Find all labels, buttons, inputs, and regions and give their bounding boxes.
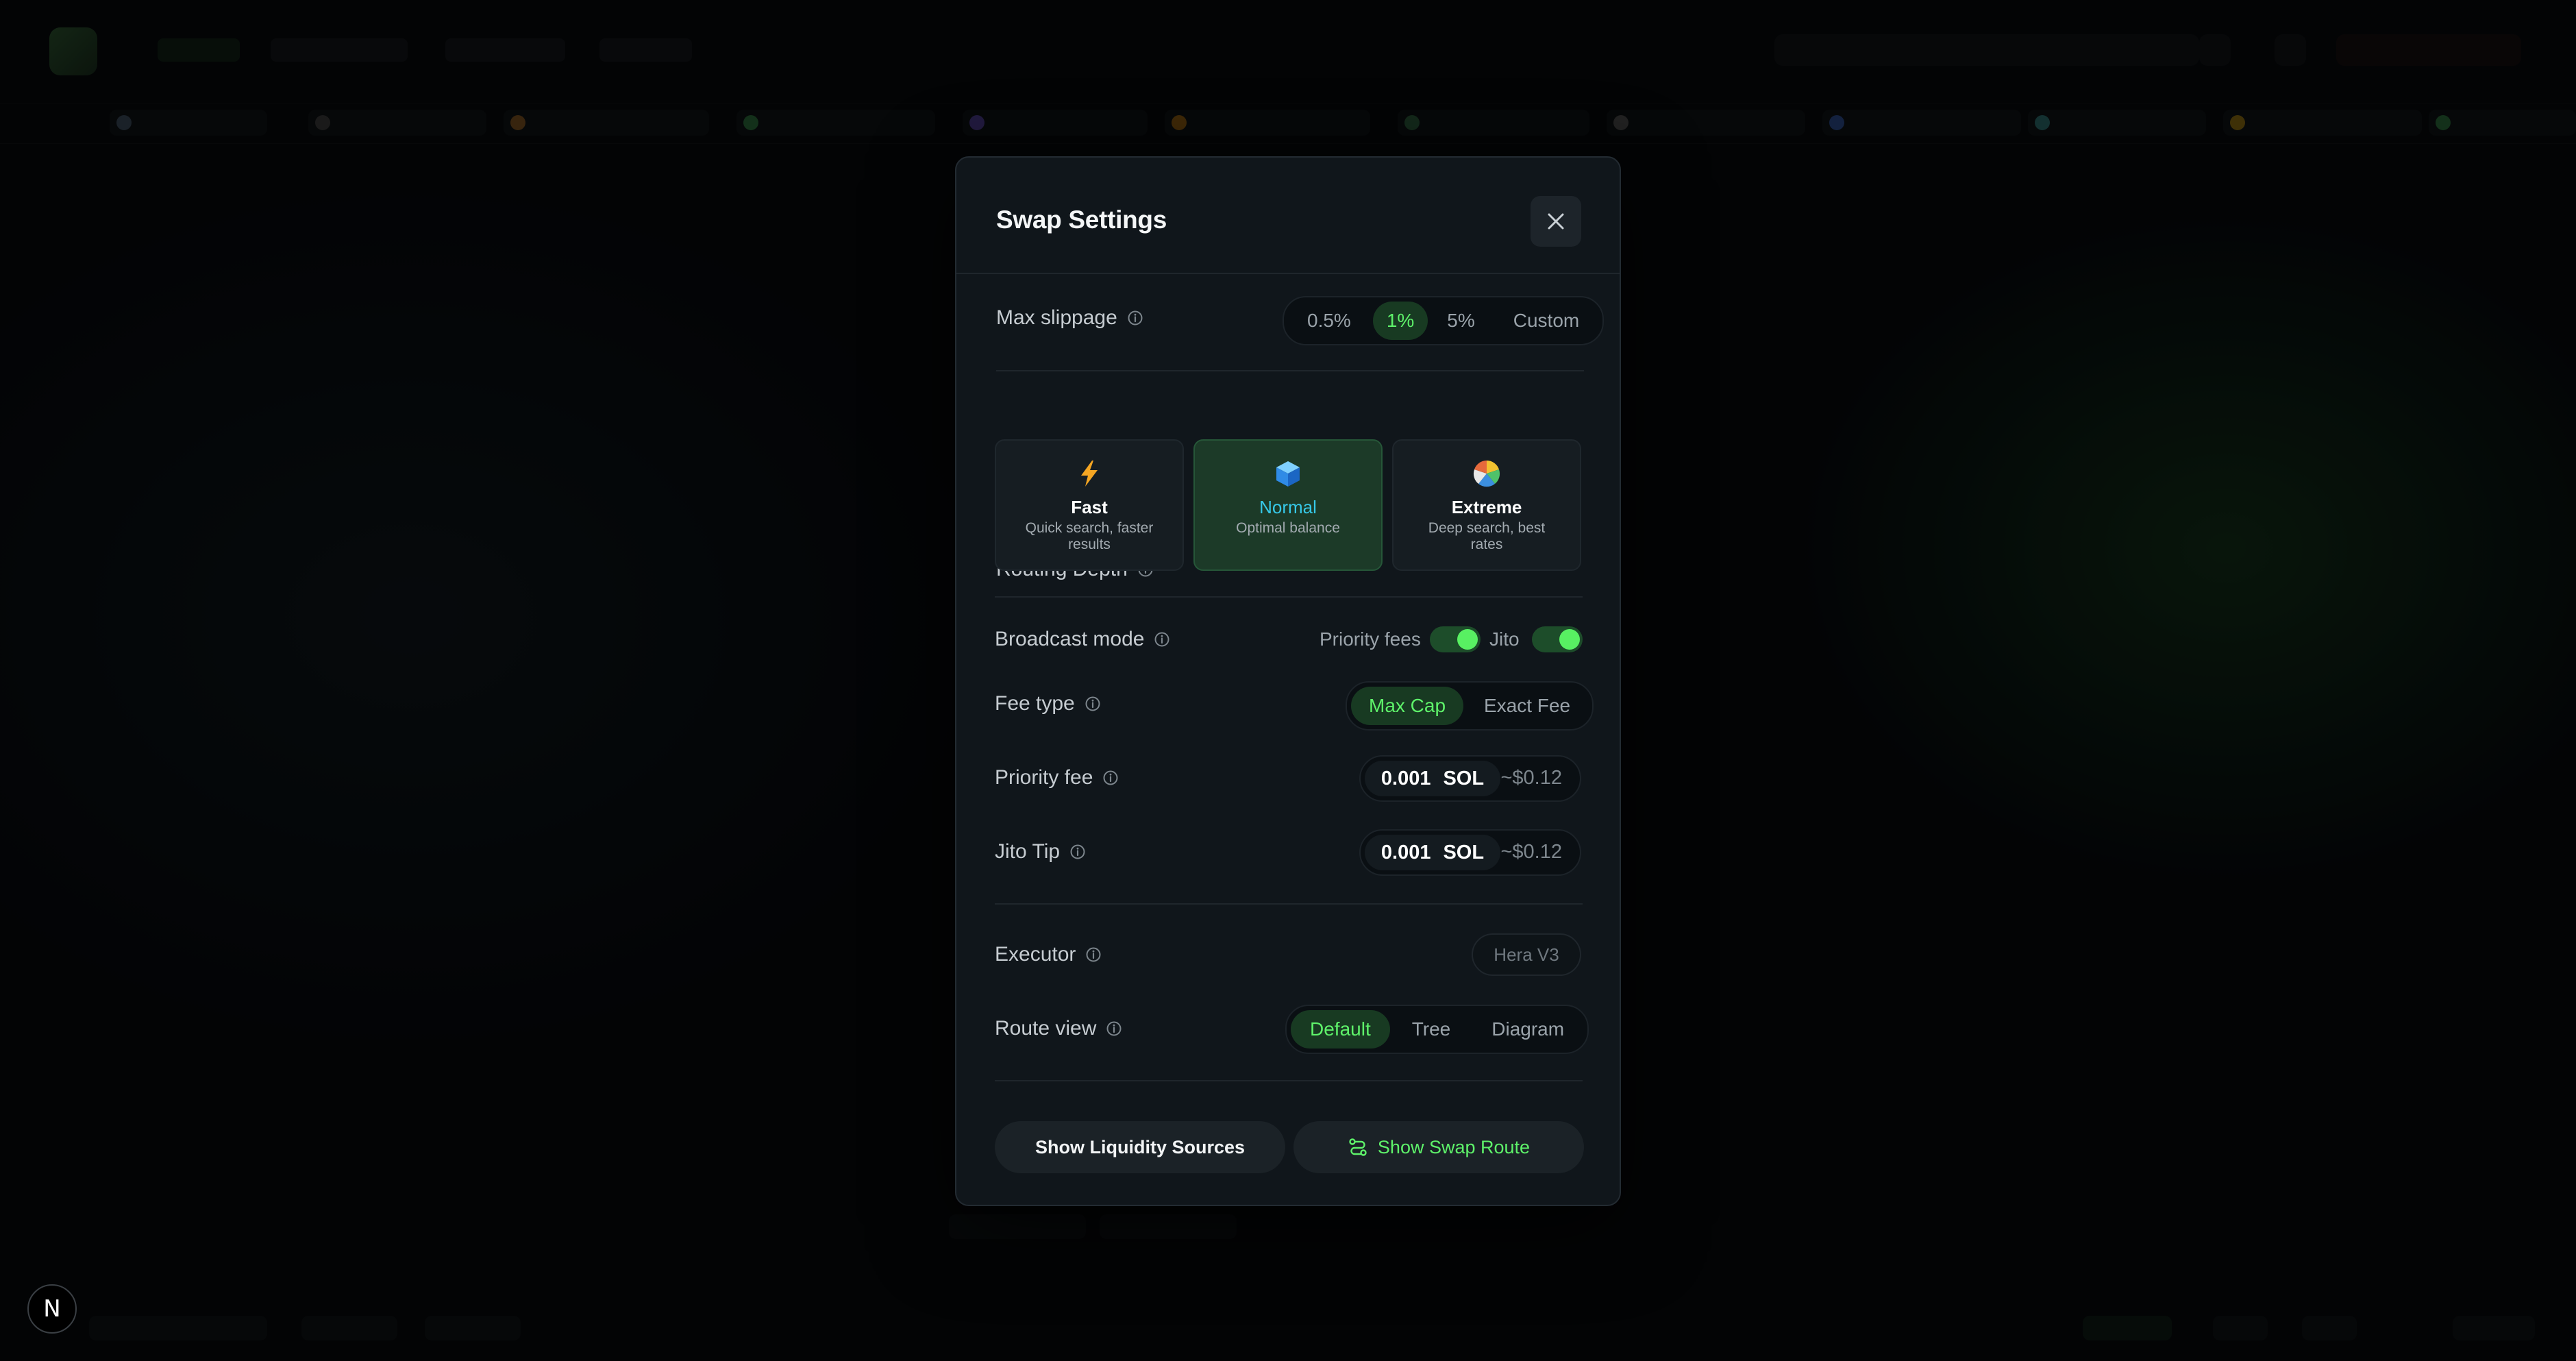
show-swap-route-button[interactable]: Show Swap Route (1293, 1121, 1584, 1173)
jito-tip-field: 0.001 SOL ~$0.12 (1359, 829, 1581, 876)
broadcast-mode-row: Broadcast mode (995, 628, 1170, 651)
jito-tip-value: 0.001 (1380, 841, 1431, 863)
fee-type-option-max-cap[interactable]: Max Cap (1351, 687, 1464, 725)
routing-option-name: Normal (1259, 497, 1317, 517)
routing-option-normal[interactable]: Normal Optimal balance (1193, 439, 1383, 571)
priority-fee-usd: ~$0.12 (1500, 767, 1562, 789)
route-view-option-default[interactable]: Default (1291, 1010, 1390, 1049)
divider (995, 1080, 1583, 1081)
route-icon (1349, 1138, 1367, 1156)
info-icon[interactable] (1127, 310, 1143, 326)
lightning-icon (1081, 461, 1098, 487)
priority-fee-input[interactable]: 0.001 SOL (1365, 761, 1500, 796)
jito-tip-label: Jito Tip (995, 840, 1061, 863)
show-liquidity-sources-button[interactable]: Show Liquidity Sources (995, 1121, 1285, 1173)
modal-header: Swap Settings (956, 158, 1620, 274)
cube-icon (1276, 461, 1300, 487)
route-view-option-tree[interactable]: Tree (1393, 1010, 1470, 1049)
routing-option-description: Deep search, best rates (1428, 520, 1546, 552)
info-icon[interactable] (1085, 946, 1102, 963)
slippage-option-1[interactable]: 1% (1372, 302, 1428, 340)
show-liquidity-sources-label: Show Liquidity Sources (1035, 1136, 1246, 1157)
max-slippage-label: Max slippage (996, 306, 1117, 329)
close-icon (1548, 213, 1564, 230)
dev-badge[interactable]: N (27, 1284, 77, 1334)
route-view-selector: Default Tree Diagram (1285, 1005, 1589, 1054)
info-icon[interactable] (1069, 844, 1086, 860)
jito-label: Jito (1489, 628, 1520, 650)
info-icon[interactable] (1102, 770, 1119, 786)
dev-badge-letter: N (43, 1295, 61, 1323)
executor-value: Hera V3 (1472, 933, 1581, 976)
toggle-knob (1559, 629, 1580, 650)
show-swap-route-label: Show Swap Route (1377, 1136, 1531, 1157)
modal-title: Swap Settings (996, 206, 1167, 234)
jito-tip-usd: ~$0.12 (1500, 841, 1562, 863)
routing-option-name: Fast (1071, 497, 1108, 517)
routing-option-extreme[interactable]: Extreme Deep search, best rates (1392, 439, 1581, 571)
priority-fee-label: Priority fee (995, 766, 1093, 789)
priority-fees-toggle[interactable] (1430, 626, 1481, 652)
close-button[interactable] (1531, 196, 1581, 247)
info-icon[interactable] (1106, 1020, 1122, 1037)
fee-type-option-exact-fee[interactable]: Exact Fee (1466, 687, 1588, 725)
divider (996, 370, 1584, 371)
slippage-option-custom[interactable]: Custom (1494, 302, 1598, 340)
slippage-option-5[interactable]: 5% (1431, 302, 1491, 340)
priority-fee-field: 0.001 SOL ~$0.12 (1359, 755, 1581, 802)
route-view-row: Route view (995, 1017, 1122, 1040)
fee-type-selector: Max Cap Exact Fee (1346, 681, 1594, 731)
priority-fees-label: Priority fees (1320, 628, 1421, 650)
divider (995, 596, 1583, 598)
routing-option-description: Optimal balance (1236, 520, 1340, 536)
toggle-knob (1457, 629, 1478, 650)
pie-icon (1473, 461, 1500, 487)
divider (995, 903, 1583, 905)
routing-option-name: Extreme (1451, 497, 1522, 517)
priority-fee-row: Priority fee (995, 766, 1119, 789)
info-icon[interactable] (1154, 631, 1170, 648)
route-view-label: Route view (995, 1017, 1097, 1040)
routing-option-fast[interactable]: Fast Quick search, faster results (995, 439, 1184, 571)
jito-tip-unit: SOL (1443, 841, 1485, 863)
jito-tip-row: Jito Tip (995, 840, 1086, 863)
routing-option-description: Quick search, faster results (1025, 520, 1154, 552)
priority-fee-unit: SOL (1443, 767, 1485, 789)
jito-tip-input[interactable]: 0.001 SOL (1365, 835, 1500, 870)
fee-type-row: Fee type (995, 692, 1101, 715)
executor-row: Executor (995, 943, 1102, 966)
executor-label: Executor (995, 943, 1076, 966)
slippage-selector: 0.5% 1% 5% Custom (1283, 296, 1605, 345)
broadcast-mode-label: Broadcast mode (995, 628, 1145, 650)
route-view-option-diagram[interactable]: Diagram (1472, 1010, 1583, 1049)
max-slippage-row: Max slippage (996, 306, 1143, 330)
fee-type-label: Fee type (995, 692, 1075, 715)
jito-toggle[interactable] (1532, 626, 1583, 652)
slippage-option-0-5[interactable]: 0.5% (1288, 302, 1370, 340)
info-icon[interactable] (1085, 696, 1101, 712)
priority-fee-value: 0.001 (1380, 767, 1431, 789)
